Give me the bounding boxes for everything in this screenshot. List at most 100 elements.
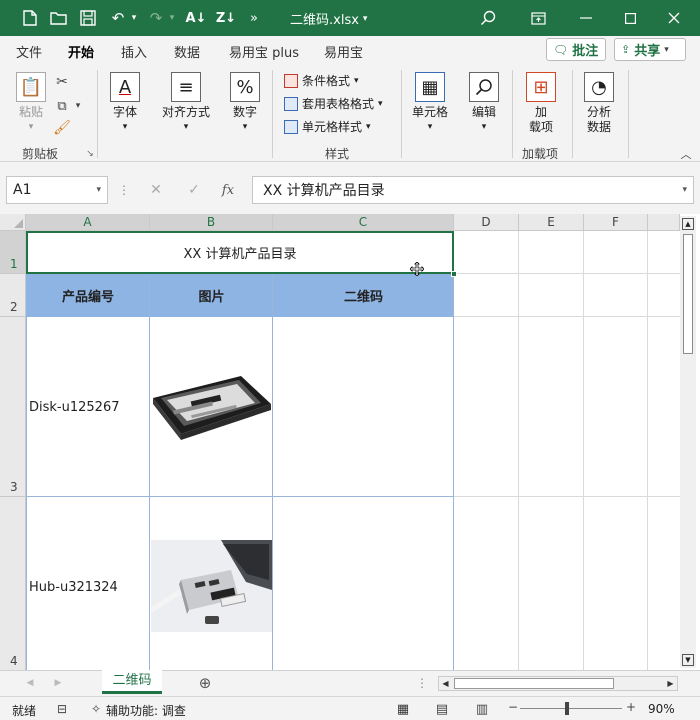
cell-c2-header[interactable]: 二维码	[273, 274, 454, 317]
vertical-scrollbar[interactable]: ▲ ▼	[680, 216, 696, 668]
insert-function-icon[interactable]: fx	[218, 180, 238, 200]
hub-product-image[interactable]	[149, 540, 272, 632]
previous-sheet-icon[interactable]: ◀	[20, 673, 40, 693]
cell-styles-button[interactable]: 单元格样式 ▾	[284, 118, 371, 135]
cells-button[interactable]: ▦ 单元格 ▾	[410, 72, 450, 135]
zoom-slider-thumb[interactable]	[565, 702, 569, 715]
row-header-1[interactable]: 1	[0, 231, 26, 274]
zoom-out-icon[interactable]: −	[508, 700, 518, 714]
column-header-d[interactable]: D	[454, 214, 519, 231]
add-sheet-icon[interactable]: ⊕	[195, 673, 215, 693]
macro-record-icon[interactable]: ⊟	[52, 699, 72, 719]
tab-yiyongbao[interactable]: 易用宝	[324, 42, 363, 61]
zoom-slider[interactable]	[520, 708, 622, 709]
cell-a4[interactable]: Hub-u321324	[29, 497, 149, 677]
zoom-in-icon[interactable]: +	[626, 700, 636, 714]
maximize-icon[interactable]	[620, 8, 640, 28]
tab-home[interactable]: 开始	[65, 42, 97, 67]
conditional-format-button[interactable]: 条件格式 ▾	[284, 72, 359, 89]
vertical-scroll-thumb[interactable]	[683, 234, 693, 354]
row-header-4[interactable]: 4	[0, 497, 26, 670]
scroll-up-icon[interactable]: ▲	[682, 218, 694, 230]
accessibility-icon[interactable]: ✧	[86, 699, 106, 719]
accessibility-status[interactable]: 辅助功能: 调查	[106, 702, 186, 719]
name-box[interactable]: A1 ▾	[6, 176, 108, 204]
chevron-down-icon: ▾	[481, 122, 487, 132]
save-icon[interactable]	[78, 8, 98, 28]
row-header-2[interactable]: 2	[0, 274, 26, 317]
sort-ascending-icon[interactable]: A↓	[186, 8, 207, 28]
collapse-ribbon-icon[interactable]: ︿	[676, 144, 696, 164]
page-break-view-icon[interactable]: ▥	[472, 699, 492, 719]
excel-window: ↶ ▾ ↷ ▾ A↓ Z↓ » 二维码.xlsx ▾ 文件 开始 插入 数据 易…	[0, 0, 700, 720]
product-code: Hub-u321324	[29, 579, 118, 595]
open-folder-icon[interactable]	[48, 8, 68, 28]
tab-file[interactable]: 文件	[16, 42, 42, 61]
cell-c4-qr[interactable]	[273, 497, 454, 670]
cell-style-icon	[284, 119, 298, 134]
column-header-f[interactable]: F	[584, 214, 648, 231]
scroll-left-icon[interactable]: ◀	[439, 677, 452, 690]
column-header-a[interactable]: A	[26, 214, 150, 231]
ribbon-display-icon[interactable]	[528, 8, 548, 28]
chevron-down-icon: ▾	[366, 121, 371, 132]
cut-icon[interactable]: ✂	[52, 72, 72, 92]
new-file-icon[interactable]	[20, 8, 40, 28]
horizontal-scroll-thumb[interactable]	[454, 678, 614, 689]
number-button[interactable]: % 数字 ▾	[228, 72, 262, 135]
scroll-right-icon[interactable]: ▶	[664, 677, 677, 690]
cells-label: 单元格	[411, 105, 448, 119]
chevron-down-icon: ▾	[122, 122, 128, 132]
tab-split-icon[interactable]: ⋮	[412, 673, 432, 693]
tab-insert[interactable]: 插入	[121, 42, 147, 61]
editing-label: 编辑	[471, 105, 496, 119]
undo-dropdown-icon[interactable]: ▾	[124, 8, 144, 28]
tab-yiyongbao-plus[interactable]: 易用宝 plus	[229, 42, 299, 61]
select-all-corner[interactable]	[0, 214, 26, 231]
cancel-entry-icon[interactable]: ✕	[146, 180, 166, 200]
cell-a2-header[interactable]: 产品编号	[26, 274, 150, 317]
worksheet-grid[interactable]: A B C D E F 1 2 3 4 XX 计算机产品目录 产品编号 图片 二…	[0, 214, 700, 670]
chevron-down-icon[interactable]: ▾	[68, 96, 88, 116]
horizontal-scrollbar[interactable]: ◀ ▶	[438, 676, 678, 691]
confirm-entry-icon[interactable]: ✓	[184, 180, 204, 200]
sort-descending-icon[interactable]: Z↓	[216, 8, 236, 28]
column-header-c[interactable]: C	[273, 214, 454, 231]
cell-b2-header[interactable]: 图片	[150, 274, 273, 317]
next-sheet-icon[interactable]: ▶	[48, 673, 68, 693]
minimize-icon[interactable]	[576, 8, 596, 28]
formula-input[interactable]: XX 计算机产品目录 ▾	[252, 176, 694, 204]
editing-button[interactable]: 编辑 ▾	[466, 72, 502, 135]
zoom-level[interactable]: 90%	[648, 702, 675, 716]
alignment-button[interactable]: ≡ 对齐方式 ▾	[156, 72, 216, 135]
column-header-b[interactable]: B	[150, 214, 273, 231]
row-header-3[interactable]: 3	[0, 317, 26, 497]
normal-view-icon[interactable]: ▦	[393, 699, 413, 719]
paste-button[interactable]: 📋 粘贴 ▾	[14, 72, 48, 135]
search-icon[interactable]	[478, 8, 498, 28]
redo-dropdown-icon[interactable]: ▾	[162, 8, 182, 28]
analyze-data-button[interactable]: ◔ 分析 数据	[582, 72, 616, 135]
add-ins-icon: ⊞	[526, 72, 556, 102]
page-layout-view-icon[interactable]: ▤	[432, 699, 452, 719]
tab-data[interactable]: 数据	[174, 42, 200, 61]
add-ins-button[interactable]: ⊞ 加 载项	[524, 72, 558, 135]
font-button[interactable]: A 字体 ▾	[108, 72, 142, 135]
format-as-table-button[interactable]: 套用表格格式 ▾	[284, 95, 383, 112]
window-title[interactable]: 二维码.xlsx ▾	[290, 9, 367, 28]
scroll-down-icon[interactable]: ▼	[682, 654, 694, 666]
close-icon[interactable]	[664, 8, 684, 28]
column-header-next[interactable]	[648, 214, 680, 231]
comments-button[interactable]: 🗨 批注	[546, 38, 606, 61]
cell-a1-title[interactable]: XX 计算机产品目录	[26, 231, 454, 274]
sheet-tab-qr[interactable]: 二维码	[102, 670, 162, 694]
column-header-e[interactable]: E	[519, 214, 584, 231]
more-commands-icon[interactable]: »	[244, 8, 264, 28]
more-options-icon[interactable]: ⋮	[114, 180, 134, 200]
disk-product-image[interactable]	[151, 374, 272, 444]
format-painter-icon[interactable]: 🖌	[52, 118, 72, 138]
cell-a3[interactable]: Disk-u125267	[29, 317, 149, 497]
cell-c3-qr[interactable]	[273, 317, 454, 497]
chevron-down-icon: ▾	[96, 185, 101, 195]
share-button[interactable]: ⇪ 共享 ▾	[614, 38, 686, 61]
